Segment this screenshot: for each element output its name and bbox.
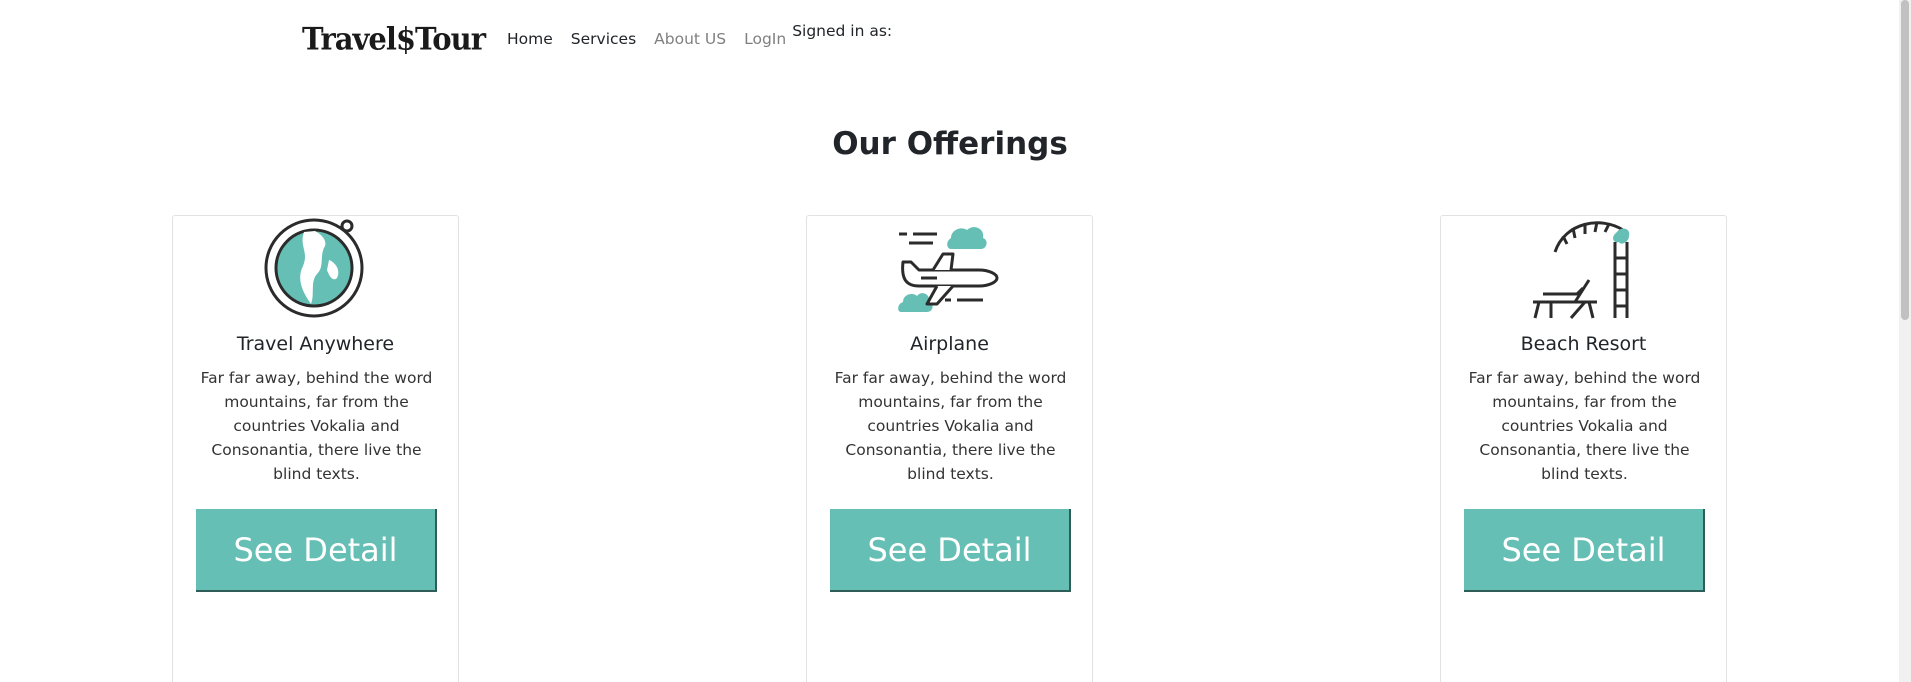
offering-card-beach-resort: Beach Resort Far far away, behind the wo… [1440, 215, 1727, 682]
nav-link-login[interactable]: LogIn [744, 30, 786, 48]
globe-icon [264, 218, 364, 318]
nav-link-services[interactable]: Services [571, 30, 636, 48]
card-title: Travel Anywhere [236, 333, 395, 355]
brand-logo[interactable]: Travel$Tour [302, 21, 486, 57]
see-detail-button[interactable]: See Detail [830, 509, 1071, 592]
nav-link-about-us[interactable]: About US [654, 30, 726, 48]
card-title: Beach Resort [1520, 333, 1647, 355]
nav-link-home[interactable]: Home [507, 30, 553, 48]
card-text: Far far away, behind the word mountains,… [834, 369, 1067, 483]
beach-resort-icon [1533, 221, 1630, 319]
card-text: Far far away, behind the word mountains,… [1468, 369, 1701, 483]
card-text: Far far away, behind the word mountains,… [200, 369, 433, 483]
see-detail-button[interactable]: See Detail [1464, 509, 1705, 592]
offering-card-travel-anywhere: Travel Anywhere Far far away, behind the… [172, 215, 459, 682]
card-title: Airplane [910, 333, 989, 355]
navbar: Travel$Tour Home Services About US LogIn… [302, 18, 892, 60]
section-title: Our Offerings [832, 126, 1068, 162]
page: Travel$Tour Home Services About US LogIn… [0, 0, 1911, 682]
scrollbar-thumb[interactable] [1901, 0, 1909, 320]
signed-in-label: Signed in as: [792, 22, 893, 40]
airplane-icon [898, 227, 999, 312]
offering-card-airplane: Airplane Far far away, behind the word m… [806, 215, 1093, 682]
see-detail-button[interactable]: See Detail [196, 509, 437, 592]
vertical-scrollbar[interactable] [1899, 0, 1911, 682]
